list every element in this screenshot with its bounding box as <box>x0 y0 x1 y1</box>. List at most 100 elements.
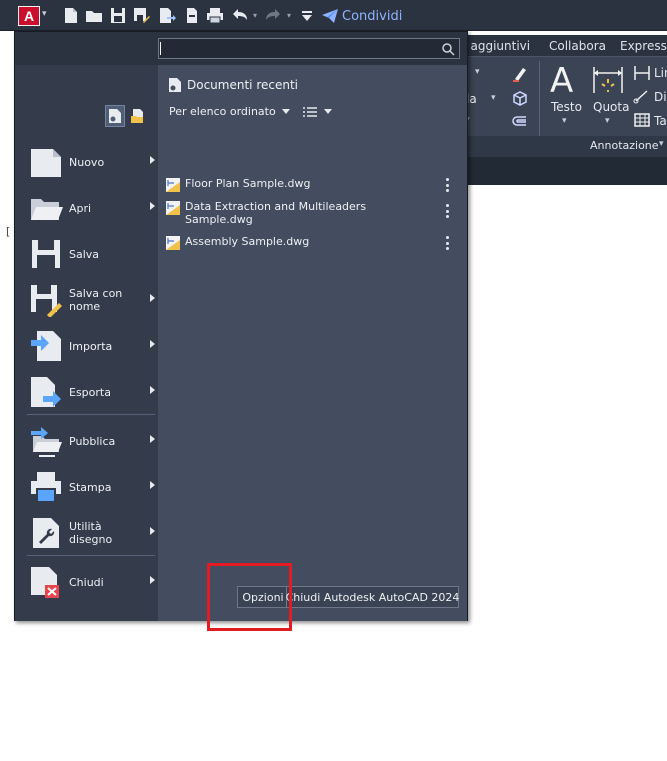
cube-icon[interactable] <box>511 89 529 107</box>
recent-documents-icon <box>109 109 121 123</box>
menu-item-export[interactable]: Esporta <box>27 370 155 414</box>
open-documents-toggle[interactable] <box>127 105 147 127</box>
ribbon-label-ta[interactable]: Ta <box>654 114 667 128</box>
chevron-down-icon[interactable]: ▾ <box>491 93 496 103</box>
menu-item-save-as[interactable]: Salva con nome <box>27 278 155 322</box>
undo-icon[interactable] <box>231 7 249 24</box>
chevron-down-icon[interactable] <box>281 109 290 114</box>
menu-item-new[interactable]: Nuovo <box>27 140 155 184</box>
open-folder-icon <box>27 189 65 227</box>
save-icon[interactable] <box>109 7 127 24</box>
menu-item-label: Salva con nome <box>69 287 123 313</box>
share-button[interactable]: Condividi <box>322 7 402 25</box>
menu-item-open[interactable]: Apri <box>27 186 155 230</box>
menu-item-close[interactable]: Chiudi <box>27 560 155 604</box>
more-options-icon[interactable] <box>446 204 450 218</box>
menu-item-print[interactable]: Stampa <box>27 465 155 509</box>
menu-item-import[interactable]: Importa <box>27 324 155 368</box>
list-view-icon[interactable] <box>302 106 318 118</box>
exit-autocad-button[interactable]: Chiudi Autodesk AutoCAD 2024 <box>286 586 459 608</box>
chevron-down-icon[interactable]: ▾ <box>475 67 480 77</box>
new-icon[interactable] <box>62 7 80 24</box>
offset-icon[interactable] <box>511 113 529 131</box>
menu-item-drawing-utilities[interactable]: Utilità disegno <box>27 511 155 555</box>
dwg-file-icon <box>166 201 180 215</box>
print-icon[interactable] <box>206 7 224 24</box>
chevron-down-icon[interactable] <box>323 109 332 114</box>
chevron-down-icon[interactable]: ▾ <box>562 116 567 126</box>
recent-document-row[interactable]: Data Extraction and Multileaders Sample.… <box>166 200 458 226</box>
ribbon-label-di[interactable]: Di <box>654 90 667 104</box>
ribbon-label-lin[interactable]: Lin <box>654 66 667 80</box>
submenu-arrow-icon <box>150 202 155 210</box>
submenu-arrow-icon <box>150 294 155 302</box>
highlight-box <box>207 563 292 631</box>
open-icon[interactable] <box>85 7 103 24</box>
menu-separator <box>27 555 155 556</box>
ribbon-tab-bar: li aggiuntivi Collabora Express T <box>460 35 667 57</box>
chevron-down-icon[interactable]: ▾ <box>42 9 52 19</box>
submenu-arrow-icon <box>150 340 155 348</box>
redo-icon[interactable] <box>264 7 282 24</box>
menu-item-publish[interactable]: Pubblica <box>27 419 155 463</box>
menu-item-label: Chiudi <box>69 575 104 589</box>
menu-item-label: Apri <box>69 201 92 215</box>
chevron-down-icon[interactable]: ▾ <box>605 116 610 126</box>
dimension-icon[interactable] <box>591 65 625 95</box>
save-disk-icon <box>27 235 65 273</box>
text-cursor <box>160 42 161 55</box>
linear-dimension-icon[interactable] <box>633 65 651 81</box>
leader-icon[interactable] <box>633 88 651 104</box>
menu-item-label: Nuovo <box>69 155 105 169</box>
menu-item-save[interactable]: Salva <box>27 232 155 276</box>
publish-icon <box>27 422 65 460</box>
save-as-icon[interactable] <box>133 7 151 24</box>
document-name: Data Extraction and Multileaders Sample.… <box>185 200 367 226</box>
export-icon[interactable] <box>158 7 176 24</box>
recent-document-row[interactable]: Assembly Sample.dwg <box>166 235 458 250</box>
view-toggles <box>105 105 147 127</box>
menu-item-label: Stampa <box>69 480 112 494</box>
highlighter-icon[interactable] <box>511 65 529 83</box>
search-field[interactable] <box>158 38 460 59</box>
tab-collaborate[interactable]: Collabora <box>549 39 606 53</box>
menu-item-label: Salva <box>69 247 100 261</box>
table-icon[interactable] <box>633 112 651 128</box>
file-tab-bar <box>467 157 667 185</box>
tab-express-tools[interactable]: Express T <box>620 39 667 53</box>
ribbon-panel-footer: Annotazione ▾ <box>467 136 667 158</box>
ribbon-label-testo[interactable]: Testo <box>551 100 582 114</box>
menu-item-label: Utilità disegno <box>69 520 113 546</box>
document-name: Assembly Sample.dwg <box>185 235 310 248</box>
recent-document-row[interactable]: Floor Plan Sample.dwg <box>166 177 458 192</box>
document-name: Floor Plan Sample.dwg <box>185 177 311 190</box>
chevron-down-icon[interactable]: ▾ <box>659 139 664 149</box>
recent-documents-toggle[interactable] <box>105 105 125 127</box>
undo-dropdown-icon[interactable]: ▾ <box>253 11 261 20</box>
export-icon <box>27 373 65 411</box>
ribbon-label-quota[interactable]: Quota <box>593 100 629 114</box>
new-document-icon <box>27 143 65 181</box>
paper-plane-icon <box>322 9 338 23</box>
plot-icon[interactable] <box>183 7 201 24</box>
close-document-icon <box>27 563 65 601</box>
submenu-arrow-icon <box>150 576 155 584</box>
more-options-icon[interactable] <box>446 178 450 192</box>
quick-access-toolbar: A ▾ ▾ ▾ Condividi <box>0 0 667 31</box>
redo-dropdown-icon[interactable]: ▾ <box>287 11 295 20</box>
sort-dropdown[interactable]: Per elenco ordinato <box>169 105 276 118</box>
submenu-arrow-icon <box>150 386 155 394</box>
save-as-disk-icon <box>27 281 65 319</box>
submenu-arrow-icon <box>150 156 155 164</box>
more-options-icon[interactable] <box>446 236 450 250</box>
text-tool-icon[interactable]: A <box>550 61 573 101</box>
drawing-area-edge: [ <box>0 31 14 761</box>
annotation-panel-label[interactable]: Annotazione <box>590 139 659 152</box>
wrench-icon <box>27 514 65 552</box>
recent-documents-icon <box>169 78 181 92</box>
application-button[interactable]: A <box>18 6 40 26</box>
recent-documents-panel: Documenti recenti Per elenco ordinato Fl… <box>158 65 467 621</box>
search-icon[interactable] <box>441 42 455 56</box>
customize-icon[interactable] <box>298 7 316 24</box>
tab-add-ins[interactable]: li aggiuntivi <box>460 39 530 53</box>
